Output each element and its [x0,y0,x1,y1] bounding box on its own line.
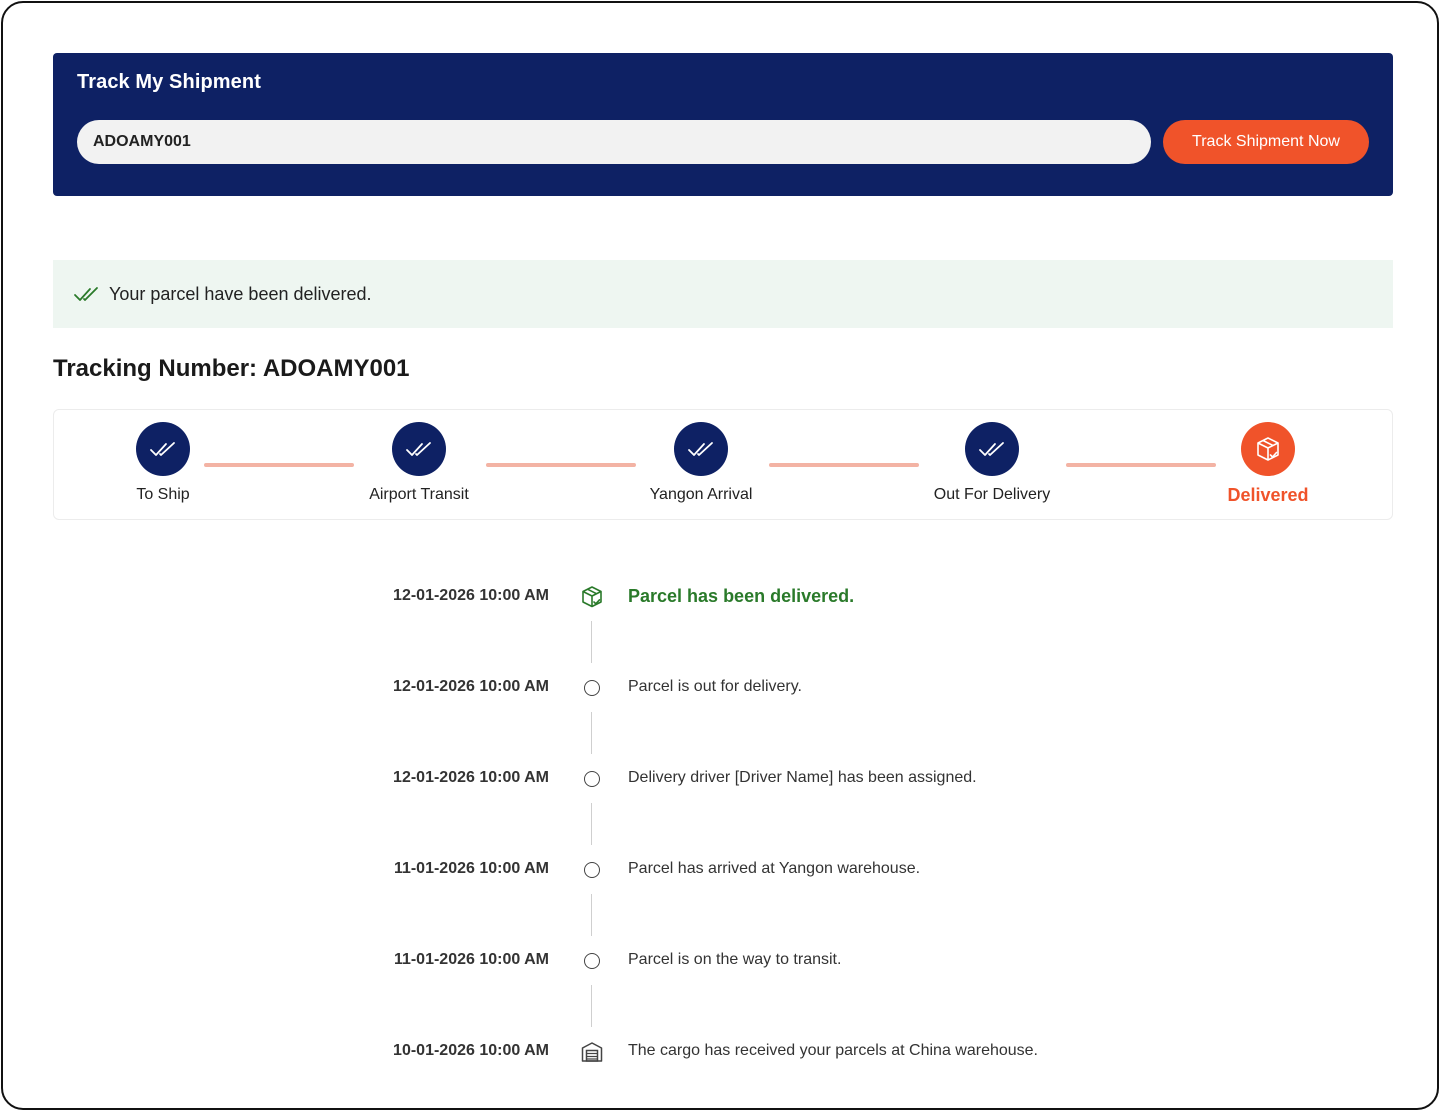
step-out-for-delivery: Out For Delivery [892,410,1092,521]
step-airport-transit: Airport Transit [319,410,519,521]
double-check-icon [136,422,190,476]
track-shipment-button[interactable]: Track Shipment Now [1163,120,1369,164]
progress-stepper: To Ship Airport Transit Yangon Arrival O… [53,409,1393,520]
timeline-item: 12-01-2026 10:00 AM Parcel is out for de… [3,668,1440,708]
step-yangon-arrival: Yangon Arrival [601,410,801,521]
step-label: Yangon Arrival [649,486,753,503]
double-check-icon [674,422,728,476]
alert-message: Your parcel have been delivered. [109,283,372,304]
step-label: Out For Delivery [933,486,1051,503]
timeline-text: Parcel has arrived at Yangon warehouse. [628,860,921,877]
tracking-number-input[interactable] [77,120,1151,164]
timeline-connector [591,712,592,754]
timeline-item: 10-01-2026 10:00 AM The cargo has receiv… [3,1032,1440,1072]
timeline-connector [591,985,592,1027]
timeline-connector [591,621,592,663]
warehouse-icon [580,1040,604,1064]
step-label: Delivered [1227,485,1309,505]
step-label: Airport Transit [369,486,469,503]
timeline-text: Delivery driver [Driver Name] has been a… [628,769,977,786]
timeline-text: The cargo has received your parcels at C… [628,1042,1038,1059]
timeline-date: 12-01-2026 10:00 AM [393,769,549,786]
timeline-connector [591,803,592,845]
double-check-icon [73,284,101,304]
timeline-item: 12-01-2026 10:00 AM Delivery driver [Dri… [3,759,1440,799]
timeline-item: 11-01-2026 10:00 AM Parcel is on the way… [3,941,1440,981]
step-label: To Ship [136,486,190,503]
track-shipment-panel: Track My Shipment Track Shipment Now [53,53,1393,196]
app-frame: Track My Shipment Track Shipment Now You… [1,1,1439,1110]
step-delivered: Delivered [1168,410,1368,521]
timeline-connector [591,894,592,936]
package-check-icon [580,585,604,609]
timeline-date: 11-01-2026 10:00 AM [393,951,549,968]
timeline-text: Parcel has been delivered. [628,586,855,606]
timeline-date: 12-01-2026 10:00 AM [393,587,549,604]
timeline-item: 12-01-2026 10:00 AM Parcel has been deli… [3,577,1440,617]
timeline-date: 12-01-2026 10:00 AM [393,678,549,695]
double-check-icon [965,422,1019,476]
timeline-date: 10-01-2026 10:00 AM [393,1042,549,1059]
package-check-icon [1241,422,1295,476]
circle-icon [580,676,604,700]
double-check-icon [392,422,446,476]
delivered-alert: Your parcel have been delivered. [53,260,1393,328]
track-title: Track My Shipment [77,71,261,93]
timeline-text: Parcel is on the way to transit. [628,951,842,968]
timeline-item: 11-01-2026 10:00 AM Parcel has arrived a… [3,850,1440,890]
circle-icon [580,767,604,791]
step-to-ship: To Ship [63,410,263,521]
timeline-date: 11-01-2026 10:00 AM [393,860,549,877]
circle-icon [580,858,604,882]
tracking-number-heading: Tracking Number: ADOAMY001 [53,355,410,382]
circle-icon [580,949,604,973]
timeline-text: Parcel is out for delivery. [628,678,802,695]
